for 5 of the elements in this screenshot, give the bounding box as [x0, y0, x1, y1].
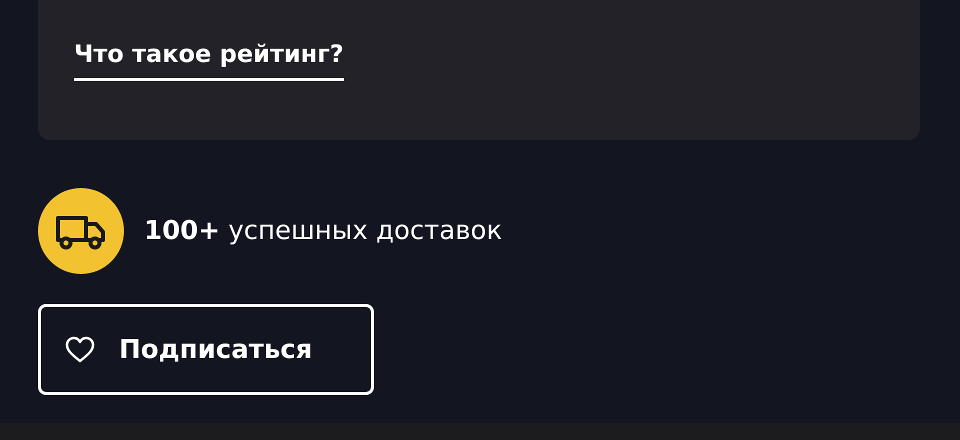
rating-link[interactable]: Что такое рейтинг? — [74, 40, 344, 81]
deliveries-text: 100+ успешных доставок — [144, 216, 502, 246]
subscribe-button[interactable]: Подписаться — [38, 304, 374, 395]
heart-icon — [65, 336, 95, 364]
truck-icon — [38, 188, 124, 274]
